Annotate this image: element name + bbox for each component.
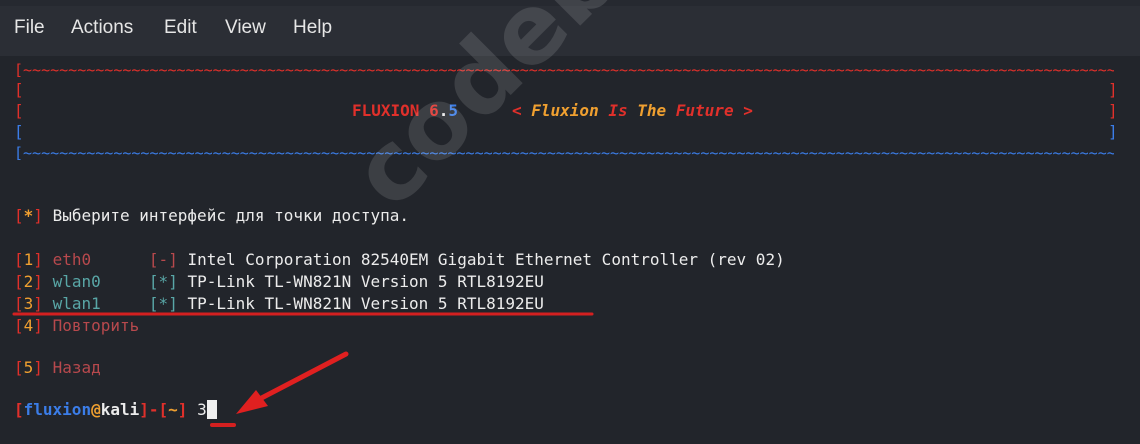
shell-prompt[interactable]: [fluxion@kali]-[~] 3 [14,400,217,420]
menu-actions[interactable]: Actions [71,17,133,39]
menu-bar: File Actions Edit View Help [0,0,1140,56]
banner-top-border: [~~~~~~~~~~~~~~~~~~~~~~~~~~~~~~~~~~~~~~~… [14,61,1114,79]
terminal-area[interactable]: [~~~~~~~~~~~~~~~~~~~~~~~~~~~~~~~~~~~~~~~… [0,56,1140,444]
prompt-line: [*] Выберите интерфейс для точки доступа… [14,206,409,225]
interface-row-3[interactable]: [3] wlan1 [*] TP-Link TL-WN821N Version … [14,294,544,314]
option-back[interactable]: [5] Назад [14,358,101,378]
banner-left-edge-3: [ [14,122,24,141]
menu-help[interactable]: Help [293,17,332,39]
shell-input: 3 [197,400,207,419]
banner-right-edge-1: ] [1108,80,1118,99]
option-retry[interactable]: [4] Повторить [14,316,139,336]
window-title-bar [0,0,1140,6]
menu-view[interactable]: View [225,17,266,39]
banner-tagline: < Fluxion Is The Future > [512,101,753,120]
banner-left-edge-2: [ [14,101,24,120]
menu-edit[interactable]: Edit [164,17,197,39]
banner-left-edge-1: [ [14,80,24,99]
interface-row-1[interactable]: [1] eth0 [-] Intel Corporation 82540EM G… [14,250,785,270]
banner-right-edge-3: ] [1108,122,1118,141]
interface-row-2[interactable]: [2] wlan0 [*] TP-Link TL-WN821N Version … [14,272,544,292]
banner-title: FLUXION 6.5 [352,101,458,120]
menu-file[interactable]: File [14,17,45,39]
banner-right-edge-2: ] [1108,101,1118,120]
text-cursor [206,400,217,419]
banner-bottom-border: [~~~~~~~~~~~~~~~~~~~~~~~~~~~~~~~~~~~~~~~… [14,144,1114,162]
